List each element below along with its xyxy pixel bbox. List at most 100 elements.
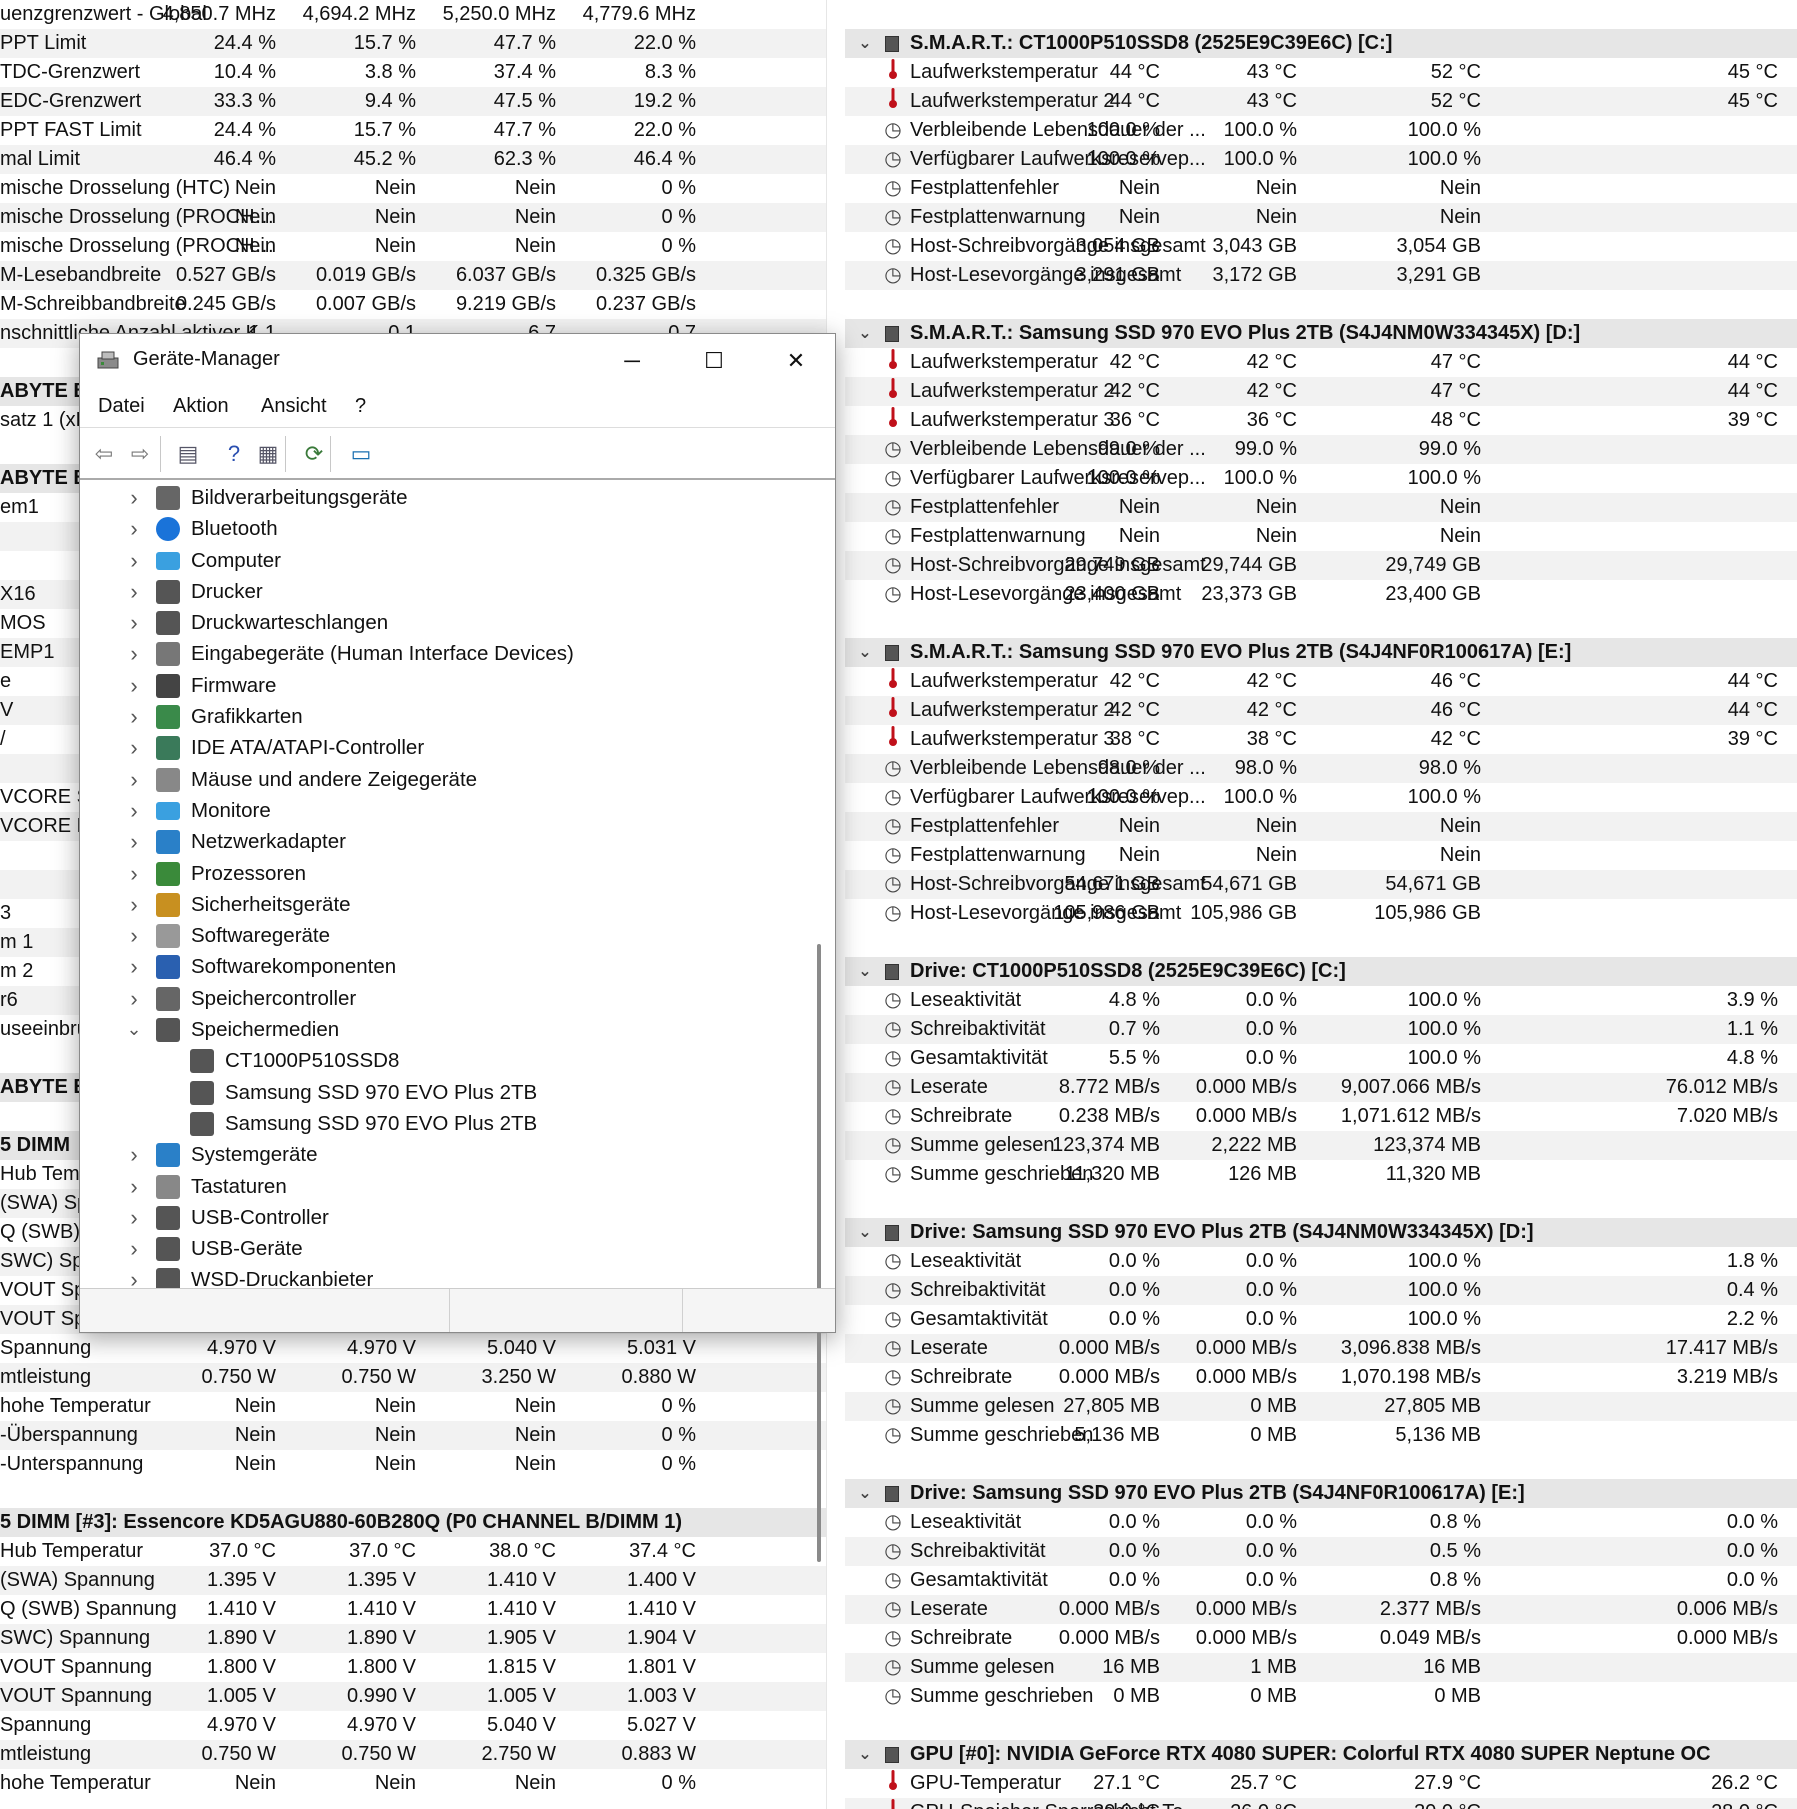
sensor-row[interactable]: ◷ Leseaktivität 0.0 % 0.0 % 0.8 % 0.0 % <box>845 1508 1797 1537</box>
chevron-right-icon[interactable]: › <box>124 1264 144 1290</box>
section-header[interactable]: ⌄ S.M.A.R.T.: CT1000P510SSD8 (2525E9C39E6… <box>845 29 1797 58</box>
chevron-right-icon[interactable]: › <box>124 983 144 1014</box>
sensor-row[interactable]: ◷ Summe geschrieben 5,136 MB 0 MB 5,136 MB <box>845 1421 1797 1450</box>
chevron-right-icon[interactable]: › <box>124 1202 144 1233</box>
help-icon[interactable]: ? <box>218 438 250 470</box>
sensor-row[interactable]: ◷ Verbleibende Lebensdauer der ... 99.0 % 9… <box>845 435 1797 464</box>
chevron-down-icon[interactable]: ⌄ <box>853 1740 877 1769</box>
sensor-row[interactable]: -Überspannung Nein Nein Nein 0 % <box>0 1421 826 1450</box>
sensor-row[interactable]: Laufwerkstemperatur 2 44 °C 43 °C 52 °C 45 °… <box>845 87 1797 116</box>
sensor-row[interactable]: VOUT Spannung1.005 V0.990 V1.005 V1.003 … <box>0 1682 826 1711</box>
sensor-row[interactable]: ◷ Festplattenfehler Nein Nein Nein <box>845 812 1797 841</box>
properties-icon[interactable]: ▤ <box>172 438 204 470</box>
sensor-row[interactable]: Spannung 4.970 V 4.970 V 5.040 V 5.031 V <box>0 1334 826 1363</box>
sensor-row[interactable]: PPT Limit 24.4 % 15.7 % 47.7 % 22.0 % <box>0 29 826 58</box>
sensor-row[interactable]: (SWA) Spannung 1.395 V 1.395 V 1.410 V 1.400… <box>0 1566 826 1595</box>
sensor-row[interactable]: ◷ Host-Lesevorgänge insgesamt 23,400 GB 23,… <box>845 580 1797 609</box>
chevron-down-icon[interactable]: ⌄ <box>853 319 877 348</box>
sensor-row[interactable]: Laufwerkstemperatur 3 38 °C 38 °C 42 °C 39 °… <box>845 725 1797 754</box>
tree-category-item[interactable]: › Prozessoren <box>80 858 815 889</box>
section-header[interactable]: ⌄ Drive: Samsung SSD 970 EVO Plus 2TB (S4… <box>845 1479 1797 1508</box>
tree-child-item[interactable]: Samsung SSD 970 EVO Plus 2TB <box>80 1108 815 1139</box>
chevron-right-icon[interactable]: › <box>124 951 144 982</box>
sensor-row[interactable]: ◷ Gesamtaktivität 0.0 % 0.0 % 100.0 % 2.2 % <box>845 1305 1797 1334</box>
sensor-row[interactable]: ◷ Summe gelesen 123,374 MB 2,222 MB 123,374 … <box>845 1131 1797 1160</box>
sensor-row[interactable]: hohe Temperatur Nein Nein Nein 0 % <box>0 1769 826 1798</box>
sensor-row[interactable]: M-Schreibbandbreite 0.245 GB/s 0.007 GB/s 9… <box>0 290 826 319</box>
tree-child-item[interactable]: Samsung SSD 970 EVO Plus 2TB <box>80 1077 815 1108</box>
tree-category-item[interactable]: › Tastaturen <box>80 1171 815 1202</box>
chevron-right-icon[interactable]: › <box>124 732 144 763</box>
sensor-row[interactable]: ◷ Leseaktivität 4.8 % 0.0 % 100.0 % 3.9 % <box>845 986 1797 1015</box>
tree-category-item[interactable]: › Grafikkarten <box>80 701 815 732</box>
sensor-row[interactable]: M-Lesebandbreite 0.527 GB/s 0.019 GB/s 6.03… <box>0 261 826 290</box>
chevron-down-icon[interactable]: ⌄ <box>853 1218 877 1247</box>
sensor-row[interactable]: mische Drosselung (PROCHO... Nein Nein Nein… <box>0 203 826 232</box>
sensor-row[interactable]: Laufwerkstemperatur 3 36 °C 36 °C 48 °C 39 °… <box>845 406 1797 435</box>
sensor-row[interactable]: ◷ Schreibaktivität 0.0 % 0.0 % 100.0 % 0.4 % <box>845 1276 1797 1305</box>
sensor-row[interactable]: PPT FAST Limit 24.4 % 15.7 % 47.7 % 22.0 % <box>0 116 826 145</box>
chevron-right-icon[interactable]: › <box>124 858 144 889</box>
sensor-row[interactable]: ◷ Leserate 0.000 MB/s 0.000 MB/s 2.377 MB/s 0… <box>845 1595 1797 1624</box>
sensor-row[interactable]: ◷ Leserate 0.000 MB/s 0.000 MB/s 3,096.838 M… <box>845 1334 1797 1363</box>
tree-category-item[interactable]: › USB-Geräte <box>80 1233 815 1264</box>
tree-category-item[interactable]: › Bildverarbeitungsgeräte <box>80 482 815 513</box>
tree-category-item[interactable]: › Speichercontroller <box>80 983 815 1014</box>
tree-category-item[interactable]: › WSD-Druckanbieter <box>80 1264 815 1290</box>
chevron-right-icon[interactable]: › <box>124 764 144 795</box>
sensor-row[interactable]: ◷ Host-Schreibvorgänge insgesamt 29,749 GB… <box>845 551 1797 580</box>
sensor-row[interactable]: ◷ Festplattenwarnung Nein Nein Nein <box>845 203 1797 232</box>
sensor-row[interactable]: ◷ Gesamtaktivität 0.0 % 0.0 % 0.8 % 0.0 % <box>845 1566 1797 1595</box>
sensor-row[interactable]: ◷ Leseaktivität 0.0 % 0.0 % 100.0 % 1.8 % <box>845 1247 1797 1276</box>
chevron-right-icon[interactable]: › <box>124 670 144 701</box>
sensor-row[interactable]: ◷ Summe geschrieben 0 MB 0 MB 0 MB <box>845 1682 1797 1711</box>
tree-category-item[interactable]: › Druckwarteschlangen <box>80 607 815 638</box>
chevron-right-icon[interactable]: › <box>124 1139 144 1170</box>
chevron-right-icon[interactable]: › <box>124 889 144 920</box>
sensor-row[interactable]: uenzgrenzwert - Global 4,850.7 MHz 4,694.2… <box>0 0 826 29</box>
tree-category-item[interactable]: › Firmware <box>80 670 815 701</box>
sensor-row[interactable]: TDC-Grenzwert 10.4 % 3.8 % 37.4 % 8.3 % <box>0 58 826 87</box>
chevron-right-icon[interactable]: › <box>124 1233 144 1264</box>
chevron-down-icon[interactable]: ⌄ <box>124 1014 144 1045</box>
sensor-row[interactable]: ◷ Gesamtaktivität 5.5 % 0.0 % 100.0 % 4.8 % <box>845 1044 1797 1073</box>
sensor-row[interactable]: ◷ Summe gelesen 27,805 MB 0 MB 27,805 MB <box>845 1392 1797 1421</box>
sensor-row[interactable]: mtleistung 0.750 W 0.750 W 3.250 W 0.880 W <box>0 1363 826 1392</box>
sensor-row[interactable]: hohe Temperatur Nein Nein Nein 0 % <box>0 1392 826 1421</box>
sensor-row[interactable]: ◷ Verfügbarer Laufwerksreservep... 100.0 %… <box>845 783 1797 812</box>
menu-ansicht[interactable]: Ansicht <box>261 395 327 418</box>
section-header[interactable]: ⌄ GPU [#0]: NVIDIA GeForce RTX 4080 SUPER… <box>845 1740 1797 1769</box>
back-icon[interactable]: ⇦ <box>88 438 120 470</box>
sensor-row[interactable]: ◷ Schreibaktivität 0.0 % 0.0 % 0.5 % 0.0 % <box>845 1537 1797 1566</box>
sensor-row[interactable]: ◷ Verbleibende Lebensdauer der ... 98.0 % 9… <box>845 754 1797 783</box>
sensor-row[interactable]: ◷ Festplattenwarnung Nein Nein Nein <box>845 841 1797 870</box>
tree-category-item[interactable]: › Bluetooth <box>80 513 815 544</box>
sensor-row[interactable]: EDC-Grenzwert 33.3 % 9.4 % 47.5 % 19.2 % <box>0 87 826 116</box>
menu-aktion[interactable]: Aktion <box>173 395 229 418</box>
tree-category-item[interactable]: › Systemgeräte <box>80 1139 815 1170</box>
section-header[interactable]: ⌄ S.M.A.R.T.: Samsung SSD 970 EVO Plus 2T… <box>845 638 1797 667</box>
device-tree[interactable]: › Bildverarbeitungsgeräte › Bluetooth › Compu… <box>80 482 815 1290</box>
tree-category-item[interactable]: › Drucker <box>80 576 815 607</box>
sensor-row[interactable]: -Unterspannung Nein Nein Nein 0 % <box>0 1450 826 1479</box>
chevron-down-icon[interactable]: ⌄ <box>853 29 877 58</box>
section-header[interactable]: ⌄ Drive: CT1000P510SSD8 (2525E9C39E6C) [C… <box>845 957 1797 986</box>
chevron-down-icon[interactable]: ⌄ <box>853 957 877 986</box>
tree-category-item[interactable]: › Sicherheitsgeräte <box>80 889 815 920</box>
sensor-row[interactable]: Hub Temperatur 37.0 °C 37.0 °C 38.0 °C 37.4 … <box>0 1537 826 1566</box>
chevron-down-icon[interactable]: ⌄ <box>853 638 877 667</box>
tree-category-item[interactable]: › Computer <box>80 545 815 576</box>
sensor-row[interactable]: Laufwerkstemperatur 44 °C 43 °C 52 °C 45 °C <box>845 58 1797 87</box>
scan-hardware-icon[interactable]: ⟳ <box>298 438 330 470</box>
tree-category-item[interactable]: ⌄ Speichermedien <box>80 1014 815 1045</box>
monitor-icon[interactable]: ▭ <box>345 438 377 470</box>
tree-category-item[interactable]: › IDE ATA/ATAPI-Controller <box>80 732 815 763</box>
sensor-row[interactable]: GPU-Temperatur 27.1 °C 25.7 °C 27.9 °C 26.2 … <box>845 1769 1797 1798</box>
sensor-row[interactable]: ◷ Host-Lesevorgänge insgesamt 3,291 GB 3,17… <box>845 261 1797 290</box>
title-bar[interactable]: Geräte-Manager ─ ☐ ✕ <box>80 334 835 387</box>
sensor-row[interactable]: ◷ Verbleibende Lebensdauer der ... 100.0 %… <box>845 116 1797 145</box>
tree-category-item[interactable]: › Softwaregeräte <box>80 920 815 951</box>
tree-category-item[interactable]: › Eingabegeräte (Human Interface Devices) <box>80 638 815 669</box>
maximize-button[interactable]: ☐ <box>674 334 754 387</box>
sensor-row[interactable]: ◷ Host-Schreibvorgänge insgesamt 3,054 GB 3… <box>845 232 1797 261</box>
